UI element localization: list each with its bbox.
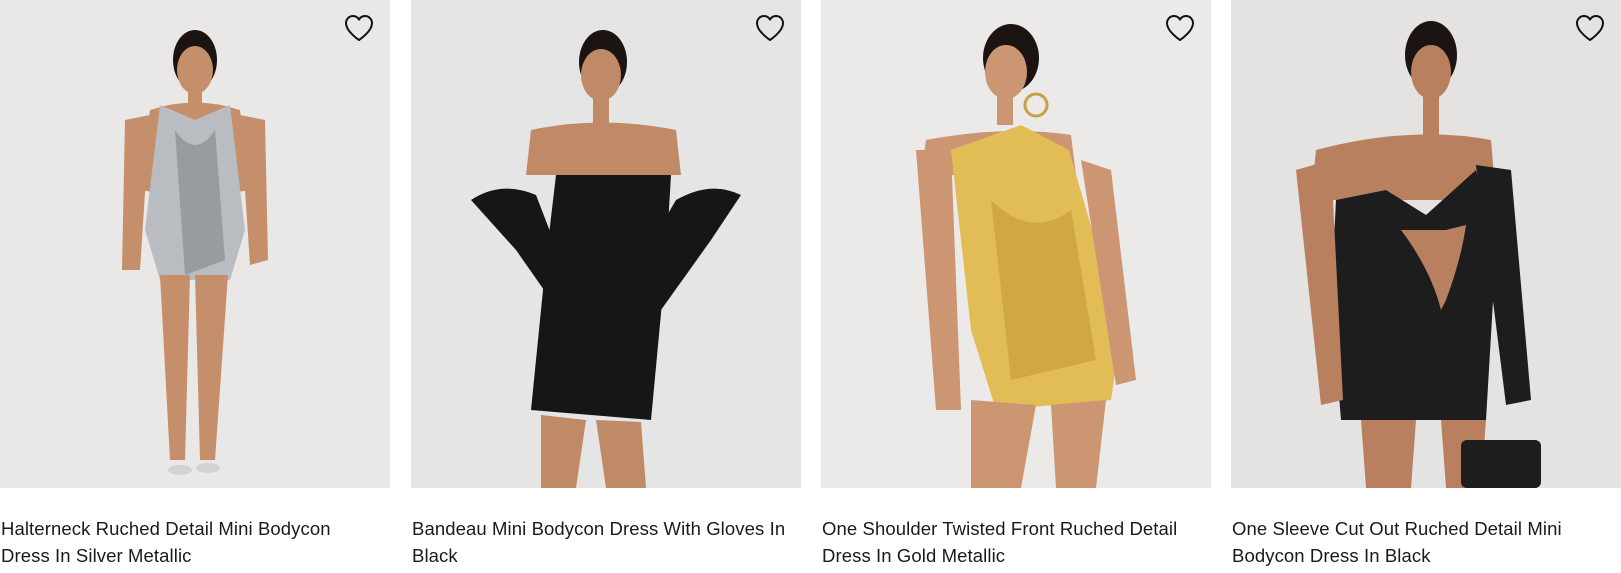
product-card[interactable]: One Sleeve Cut Out Ruched Detail Mini Bo… — [1231, 0, 1621, 569]
product-image[interactable] — [1231, 0, 1621, 488]
heart-outline-icon — [1166, 15, 1194, 41]
product-card[interactable]: Halterneck Ruched Detail Mini Bodycon Dr… — [0, 0, 390, 569]
wishlist-button[interactable] — [755, 14, 785, 42]
product-image[interactable] — [411, 0, 801, 488]
product-title[interactable]: Halterneck Ruched Detail Mini Bodycon Dr… — [1, 515, 381, 569]
heart-outline-icon — [1576, 15, 1604, 41]
product-image[interactable] — [0, 0, 390, 488]
product-title[interactable]: One Sleeve Cut Out Ruched Detail Mini Bo… — [1232, 515, 1612, 569]
heart-outline-icon — [756, 15, 784, 41]
wishlist-button[interactable] — [1575, 14, 1605, 42]
product-title[interactable]: Bandeau Mini Bodycon Dress With Gloves I… — [412, 515, 792, 569]
product-photo-gold-dress — [821, 0, 1211, 488]
product-grid: Halterneck Ruched Detail Mini Bodycon Dr… — [0, 0, 1621, 573]
product-photo-silver-dress — [0, 0, 390, 488]
heart-outline-icon — [345, 15, 373, 41]
product-card[interactable]: One Shoulder Twisted Front Ruched Detail… — [821, 0, 1211, 569]
wishlist-button[interactable] — [1165, 14, 1195, 42]
product-photo-black-bandeau-dress — [411, 0, 801, 488]
product-image[interactable] — [821, 0, 1211, 488]
product-title[interactable]: One Shoulder Twisted Front Ruched Detail… — [822, 515, 1202, 569]
wishlist-button[interactable] — [344, 14, 374, 42]
product-photo-black-cutout-dress — [1231, 0, 1621, 488]
product-card[interactable]: Bandeau Mini Bodycon Dress With Gloves I… — [411, 0, 801, 569]
